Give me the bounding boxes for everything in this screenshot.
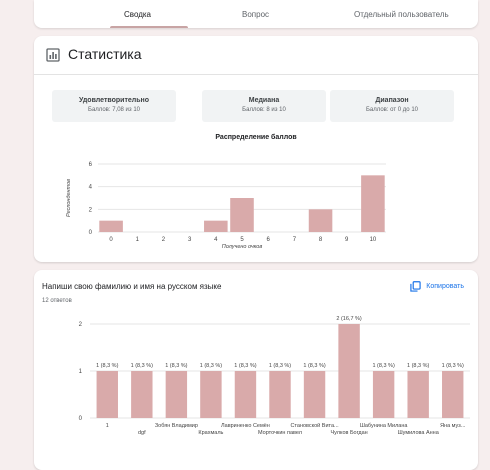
bar xyxy=(230,198,254,232)
y-axis-label: Респондентов xyxy=(66,179,72,217)
tab-summary[interactable]: Сводка xyxy=(124,10,151,19)
x-tick-label: 4 xyxy=(214,237,218,243)
bar-chart-icon xyxy=(46,48,60,62)
x-tick-label: 1 xyxy=(136,237,140,243)
data-label: 1 (8,3 %) xyxy=(131,363,153,369)
bar xyxy=(131,371,153,418)
data-label: 1 (8,3 %) xyxy=(96,363,118,369)
data-label: 2 (16,7 %) xyxy=(336,316,362,322)
question-title: Напиши свою фамилию и имя на русском язы… xyxy=(42,282,222,291)
copy-icon xyxy=(410,280,421,292)
x-tick-label: Чулков Богдан xyxy=(330,430,367,436)
y-tick-label: 1 xyxy=(79,369,83,375)
x-tick-label: Шумилова Анна xyxy=(398,430,440,436)
y-tick-label: 0 xyxy=(79,416,83,422)
score-distribution-chart: 0 2 4 6 0 1 2 3 4 5 6 7 8 9 10 Получено очков Респондент… xyxy=(66,162,386,250)
data-label: 1 (8,3 %) xyxy=(200,363,222,369)
x-tick-label: 10 xyxy=(370,237,377,243)
x-tick-label: Зобян Владимир xyxy=(155,423,198,429)
metric-value: Баллов: от 0 до 10 xyxy=(365,107,418,113)
bar xyxy=(338,324,360,418)
bar xyxy=(372,371,395,418)
chart-title: Распределение баллов xyxy=(215,134,297,141)
bar xyxy=(407,371,429,418)
bar xyxy=(99,220,123,232)
tab-question[interactable]: Вопрос xyxy=(242,10,269,19)
x-axis-label: Получено очков xyxy=(222,244,263,250)
y-tick-label: 2 xyxy=(79,322,83,328)
metric-label: Удовлетворительно xyxy=(78,97,150,104)
bar xyxy=(269,371,291,418)
bar xyxy=(308,209,333,232)
x-tick-label: dgf xyxy=(138,430,146,436)
data-label: 1 (8,3 %) xyxy=(165,363,187,369)
statistics-title: Статистика xyxy=(68,46,142,62)
data-label: 1 (8,3 %) xyxy=(372,363,394,369)
x-tick-label: 8 xyxy=(319,237,323,243)
bar xyxy=(234,371,257,418)
data-label: 1 (8,3 %) xyxy=(303,363,325,369)
x-tick-label: 9 xyxy=(345,237,349,243)
data-label: 1 (8,3 %) xyxy=(234,363,256,369)
statistics-header: Статистика xyxy=(34,36,478,75)
x-tick-label: 2 xyxy=(162,237,166,243)
metric-range: Диапазон Баллов: от 0 до 10 xyxy=(330,90,454,122)
x-tick-label: 3 xyxy=(188,237,192,243)
data-label: 1 (8,3 %) xyxy=(407,363,429,369)
metric-value: Баллов: 7,08 из 10 xyxy=(88,107,140,113)
statistics-card: Статистика Удовлетворительно Баллов: 7,0… xyxy=(34,36,478,262)
x-tick-label: Яна муз... xyxy=(440,423,466,429)
x-tick-label: Крахмаль xyxy=(198,430,223,436)
bar xyxy=(361,175,385,232)
active-tab-indicator xyxy=(110,26,188,28)
x-tick-label: 1 xyxy=(106,423,109,429)
y-tick-label: 2 xyxy=(89,207,93,213)
x-tick-label: Лавриненко Семён xyxy=(221,423,270,429)
bar xyxy=(96,371,118,418)
x-tick-label: Становской Вита... xyxy=(290,422,339,429)
x-tick-label: 7 xyxy=(293,237,297,243)
y-tick-label: 6 xyxy=(89,162,93,168)
copy-button[interactable]: Копировать xyxy=(410,278,464,294)
response-count: 12 ответов xyxy=(42,298,72,304)
metric-label: Медиана xyxy=(248,97,280,104)
data-label: 1 (8,3 %) xyxy=(442,363,464,369)
metric-value: Баллов: 8 из 10 xyxy=(242,107,286,113)
question-card: Напиши свою фамилию и имя на русском язы… xyxy=(34,270,478,470)
x-tick-label: 6 xyxy=(267,237,271,243)
x-tick-label: 5 xyxy=(240,237,244,243)
x-tick-label: Шабунина Милана xyxy=(360,423,409,429)
metric-median: Медиана Баллов: 8 из 10 xyxy=(202,90,326,122)
bar xyxy=(442,371,464,418)
data-label: 1 (8,3 %) xyxy=(269,363,291,369)
x-tick-label: 0 xyxy=(109,237,113,243)
x-tick-label: Морточкин павел xyxy=(258,430,302,436)
y-tick-label: 4 xyxy=(89,185,93,191)
bar xyxy=(303,371,326,418)
names-bar-chart: 0 1 2 1 (8,3 %) 1 1 (8,3 %) dgf 1 (8,3 %) Зобян … xyxy=(79,316,470,436)
y-tick-label: 0 xyxy=(89,230,93,236)
bar xyxy=(204,220,228,232)
metric-label: Диапазон xyxy=(375,97,409,104)
tab-individual[interactable]: Отдельный пользователь xyxy=(354,10,449,19)
tabs-bar: Сводка Вопрос Отдельный пользователь xyxy=(34,0,478,28)
bar xyxy=(200,371,222,418)
bar xyxy=(165,371,188,418)
metric-average: Удовлетворительно Баллов: 7,08 из 10 xyxy=(52,90,176,122)
copy-button-label: Копировать xyxy=(426,282,464,290)
